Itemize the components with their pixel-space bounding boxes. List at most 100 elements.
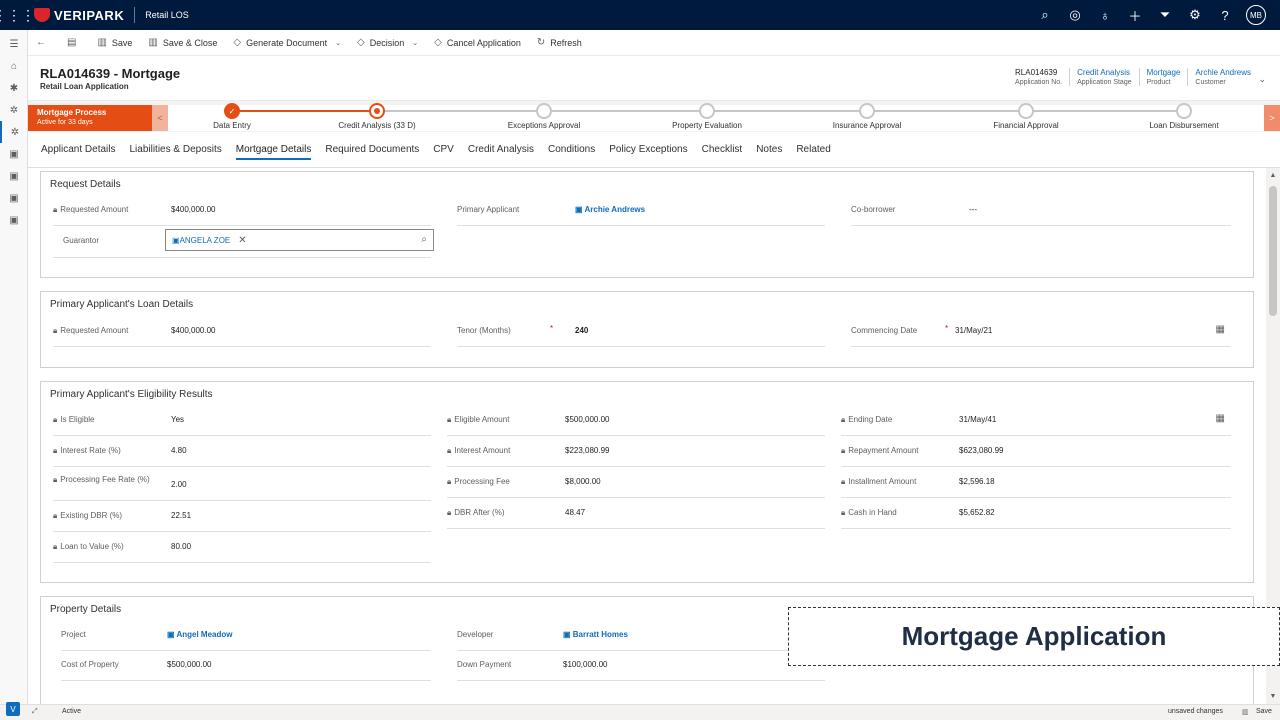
clipboard-icon[interactable]: ▣ <box>0 209 28 231</box>
form-view-button[interactable]: ▤ <box>59 30 89 56</box>
chevron-down-icon[interactable]: ⌄ <box>1258 74 1266 85</box>
field-value: 2.00 <box>171 480 187 489</box>
field-requested-amount: 🔒︎ Requested Amount $400,000.00 <box>53 317 431 347</box>
tab-notes[interactable]: Notes <box>756 132 782 168</box>
commencing-date-input[interactable]: 31/May/21 <box>955 326 992 335</box>
field-coborrower: Co-borrower --- <box>851 196 1231 226</box>
contact-icon: ▣ <box>172 235 180 245</box>
header-field-link[interactable]: Archie Andrews <box>1195 68 1251 77</box>
hamburger-icon[interactable]: ☰ <box>0 33 28 55</box>
decision-button[interactable]: ◇ Decision ⌄ <box>349 30 426 56</box>
field-label-wrap: 🔒︎ Ending Date <box>841 414 951 425</box>
stage-insurance-approval[interactable]: Insurance Approval <box>817 103 917 130</box>
gear-icon[interactable]: ⚙ <box>1180 0 1210 30</box>
tab-cpv[interactable]: CPV <box>433 132 454 168</box>
save-close-button[interactable]: ▥ Save & Close <box>140 30 225 56</box>
generate-icon: ◇ <box>233 37 242 48</box>
filter-icon[interactable]: ⏷ <box>1150 0 1180 30</box>
header-field-link[interactable]: Credit Analysis <box>1077 68 1131 77</box>
close-icon[interactable]: ✕ <box>238 235 246 246</box>
chevron-down-icon[interactable]: ⌄ <box>335 39 341 47</box>
field-value[interactable]: --- <box>969 205 977 214</box>
status-save-button[interactable]: Save <box>1256 708 1272 715</box>
chevron-down-icon[interactable]: ⌄ <box>412 39 418 47</box>
cancel-application-button[interactable]: ◇ Cancel Application <box>426 30 529 56</box>
tab-liabilities-deposits[interactable]: Liabilities & Deposits <box>129 132 221 168</box>
field-label-wrap: 🔒︎ Loan to Value (%) <box>53 541 163 552</box>
lock-icon: 🔒︎ <box>53 475 58 484</box>
field-label-wrap: 🔒︎ Processing Fee Rate (%) <box>53 474 163 485</box>
app-name[interactable]: Retail LOS <box>145 10 189 20</box>
save-button[interactable]: ▥ Save <box>89 30 140 56</box>
avatar[interactable]: MB <box>1246 5 1266 25</box>
save-icon[interactable]: ▥ <box>1242 708 1249 716</box>
field-label: Processing Fee Rate (%) <box>60 475 150 484</box>
tab-applicant-details[interactable]: Applicant Details <box>41 132 115 168</box>
home-icon[interactable]: ⌂ <box>0 55 28 77</box>
tab-conditions[interactable]: Conditions <box>548 132 595 168</box>
tab-related[interactable]: Related <box>796 132 830 168</box>
primary-applicant-link[interactable]: ▣ Archie Andrews <box>575 205 645 214</box>
search-icon[interactable]: ⌕ <box>421 234 427 245</box>
field-interest-rate: 🔒︎ Interest Rate (%) 4.80 <box>53 437 431 467</box>
stage-property-evaluation[interactable]: Property Evaluation <box>657 103 757 130</box>
field-value: $500,000.00 <box>565 415 610 424</box>
tab-policy-exceptions[interactable]: Policy Exceptions <box>609 132 687 168</box>
tab-checklist[interactable]: Checklist <box>702 132 743 168</box>
field-label: Cash in Hand <box>848 508 897 517</box>
down-payment-input[interactable]: $100,000.00 <box>563 660 608 669</box>
tenor-input[interactable]: 240 <box>575 326 588 335</box>
scroll-up-icon[interactable]: ▲ <box>1266 172 1280 179</box>
stage-data-entry[interactable]: ✓ Data Entry <box>192 103 272 130</box>
header-field-product: Mortgage Product <box>1138 68 1188 86</box>
brand-name: VERIPARK <box>54 7 125 23</box>
pin-icon[interactable]: ✱ <box>0 77 28 99</box>
clipboard-icon[interactable]: ▣ <box>0 165 28 187</box>
field-label-wrap: 🔒︎ Installment Amount <box>841 476 951 487</box>
search-icon[interactable]: ⌕ <box>1030 0 1060 30</box>
process-active-icon[interactable]: ✲ <box>0 121 28 143</box>
page-subtitle: Retail Loan Application <box>40 82 129 91</box>
field-label: Repayment Amount <box>848 446 919 455</box>
field-value: $2,596.18 <box>959 477 995 486</box>
stage-financial-approval[interactable]: Financial Approval <box>976 103 1076 130</box>
stage-exceptions-approval[interactable]: Exceptions Approval <box>494 103 594 130</box>
app-badge-icon[interactable]: V <box>6 702 20 716</box>
refresh-button[interactable]: ↻ Refresh <box>529 30 590 56</box>
stage-circle-icon <box>699 103 715 119</box>
header-field-link[interactable]: Mortgage <box>1147 68 1181 77</box>
help-icon[interactable]: ? <box>1210 0 1240 30</box>
guarantor-chip[interactable]: ▣ ANGELA ZOE ✕ <box>172 235 247 246</box>
chevron-right-icon[interactable]: > <box>1264 105 1280 131</box>
app-launcher-icon[interactable]: ⋮⋮⋮ <box>0 0 35 30</box>
clipboard-icon[interactable]: ▣ <box>0 187 28 209</box>
field-is-eligible: 🔒︎ Is Eligible Yes <box>53 406 431 436</box>
field-label-wrap: 🔒︎ Interest Rate (%) <box>53 445 163 456</box>
task-icon[interactable]: ◎ <box>1060 0 1090 30</box>
lightbulb-icon[interactable]: ♁ <box>1090 0 1120 30</box>
field-value: $400,000.00 <box>171 326 216 335</box>
stage-loan-disbursement[interactable]: Loan Disbursement <box>1134 103 1234 130</box>
guarantor-lookup-input[interactable]: ▣ ANGELA ZOE ✕ ⌕ <box>165 229 434 251</box>
expand-icon[interactable]: ⤢ <box>32 708 38 716</box>
process-badge[interactable]: Mortgage Process Active for 33 days <box>28 105 152 131</box>
chevron-left-icon[interactable]: < <box>152 105 168 131</box>
developer-link[interactable]: ▣ Barratt Homes <box>563 630 628 639</box>
field-cash-in-hand: 🔒︎ Cash in Hand $5,652.82 <box>841 499 1231 529</box>
project-link[interactable]: ▣ Angel Meadow <box>167 630 233 639</box>
generate-document-button[interactable]: ◇ Generate Document ⌄ <box>225 30 349 56</box>
clipboard-icon[interactable]: ▣ <box>0 143 28 165</box>
process-icon[interactable]: ✲ <box>0 99 28 121</box>
cost-of-property-input[interactable]: $500,000.00 <box>167 660 212 669</box>
stage-credit-analysis[interactable]: Credit Analysis (33 D) <box>327 103 427 130</box>
back-button[interactable]: ← <box>28 30 59 56</box>
scroll-down-icon[interactable]: ▼ <box>1266 693 1280 700</box>
calendar-icon[interactable]: ▦ <box>1216 324 1225 335</box>
scrollbar-thumb[interactable] <box>1269 186 1277 316</box>
tab-mortgage-details[interactable]: Mortgage Details <box>235 132 311 168</box>
field-label-wrap: 🔒︎ Cash in Hand <box>841 507 951 518</box>
tab-required-documents[interactable]: Required Documents <box>325 132 419 168</box>
plus-icon[interactable]: ＋ <box>1120 0 1150 30</box>
tab-credit-analysis[interactable]: Credit Analysis <box>468 132 534 168</box>
field-label-wrap: 🔒︎ Is Eligible <box>53 414 163 425</box>
